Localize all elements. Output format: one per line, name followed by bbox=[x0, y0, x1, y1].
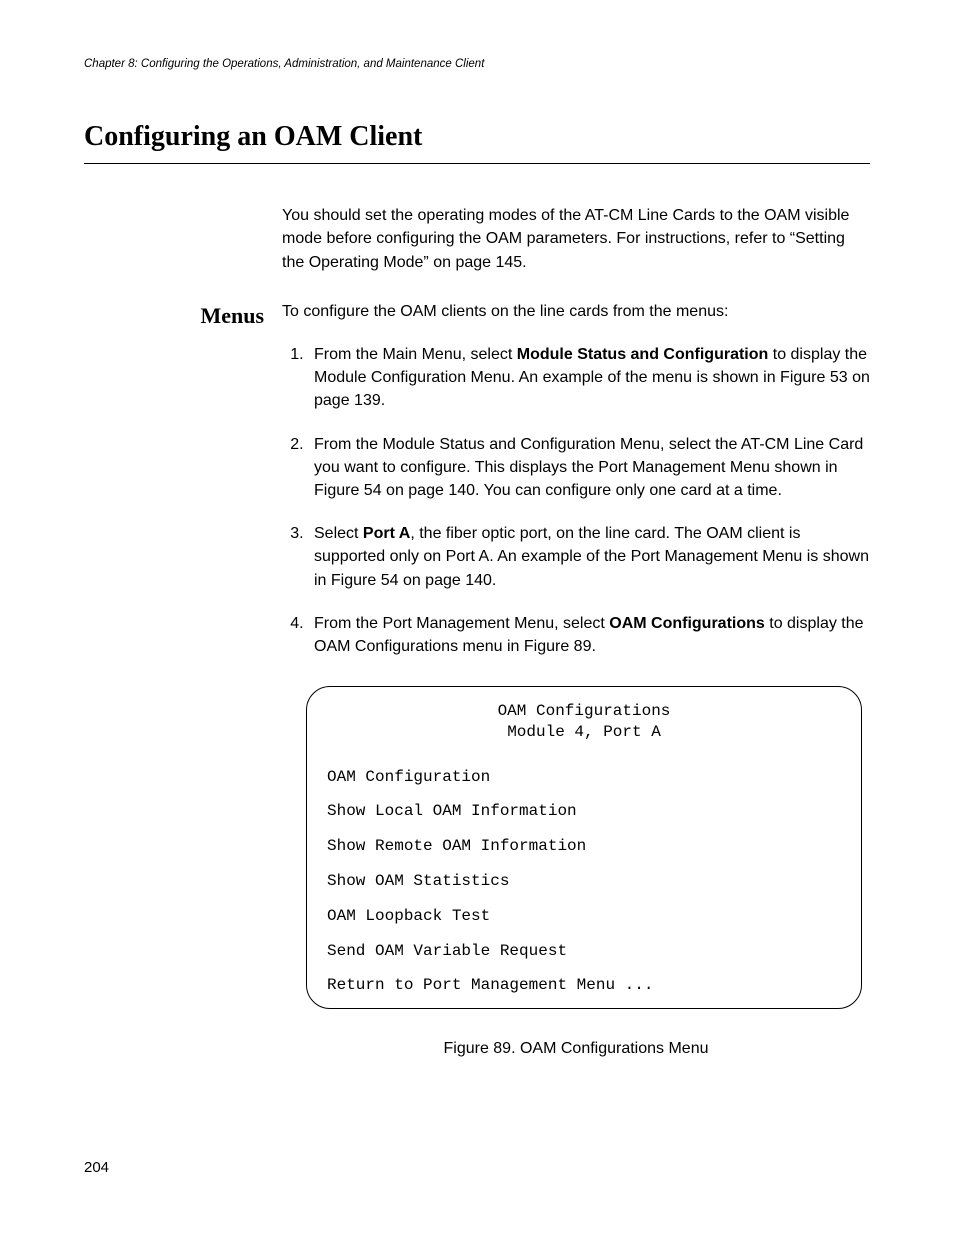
menu-title-2: Module 4, Port A bbox=[327, 722, 841, 743]
running-header: Chapter 8: Configuring the Operations, A… bbox=[84, 56, 870, 73]
menu-item: Show Local OAM Information bbox=[327, 801, 841, 822]
step-text: Select bbox=[314, 525, 363, 542]
oam-menu-figure: OAM Configurations Module 4, Port A OAM … bbox=[306, 686, 862, 1009]
menu-item: OAM Configuration bbox=[327, 767, 841, 788]
figure-caption: Figure 89. OAM Configurations Menu bbox=[282, 1037, 870, 1060]
menu-item: Show OAM Statistics bbox=[327, 871, 841, 892]
step-4: From the Port Management Menu, select OA… bbox=[308, 612, 870, 658]
step-bold: Port A bbox=[363, 525, 410, 542]
menu-title-1: OAM Configurations bbox=[327, 701, 841, 722]
step-3: Select Port A, the fiber optic port, on … bbox=[308, 522, 870, 592]
step-bold: OAM Configurations bbox=[609, 615, 765, 632]
steps-list: From the Main Menu, select Module Status… bbox=[282, 343, 870, 658]
menu-item: Send OAM Variable Request bbox=[327, 941, 841, 962]
menu-item: Return to Port Management Menu ... bbox=[327, 975, 841, 996]
menu-item: OAM Loopback Test bbox=[327, 906, 841, 927]
intro-paragraph: You should set the operating modes of th… bbox=[282, 204, 870, 274]
menus-intro: To configure the OAM clients on the line… bbox=[282, 300, 870, 323]
menu-item: Show Remote OAM Information bbox=[327, 836, 841, 857]
step-1: From the Main Menu, select Module Status… bbox=[308, 343, 870, 413]
side-label-menus: Menus bbox=[84, 300, 282, 682]
page-number: 204 bbox=[84, 1157, 109, 1179]
step-2: From the Module Status and Configuration… bbox=[308, 433, 870, 503]
step-text: From the Port Management Menu, select bbox=[314, 615, 609, 632]
step-bold: Module Status and Configuration bbox=[517, 346, 769, 363]
section-title: Configuring an OAM Client bbox=[84, 117, 870, 165]
step-text: From the Main Menu, select bbox=[314, 346, 517, 363]
